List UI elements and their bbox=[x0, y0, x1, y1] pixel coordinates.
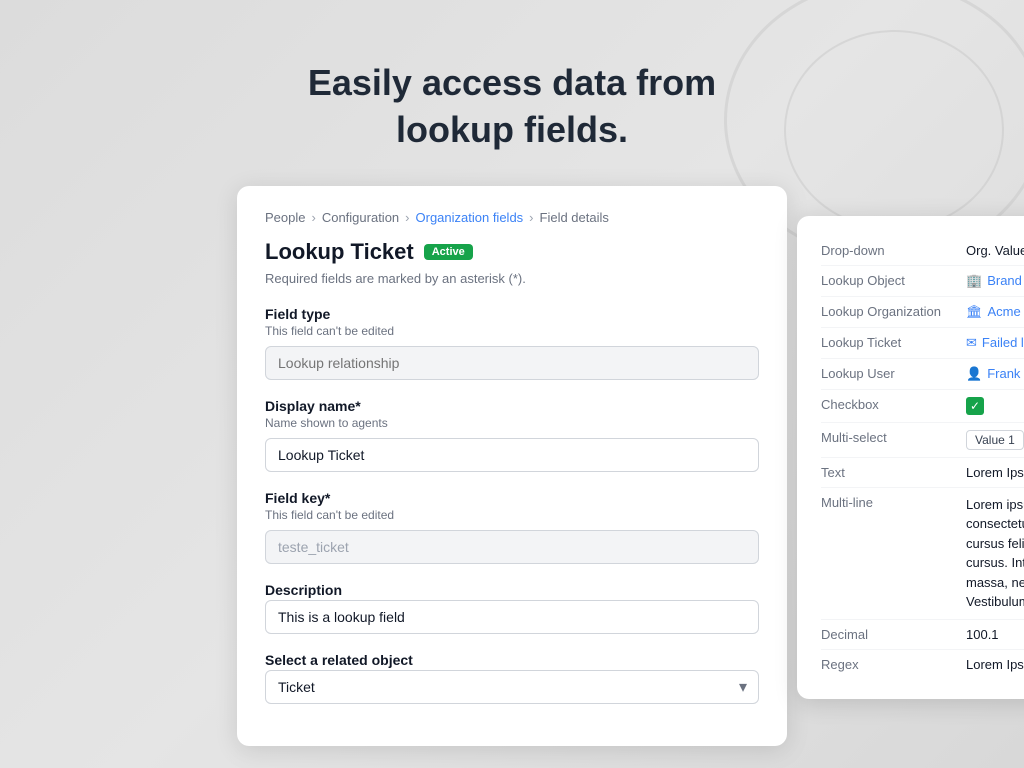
row-label: Drop-down bbox=[821, 236, 966, 266]
row-value: 🏛Acme bbox=[966, 296, 1024, 327]
table-row: Lookup Organization🏛Acme bbox=[821, 296, 1024, 327]
table-row: Decimal100.1 bbox=[821, 619, 1024, 649]
required-note: Required fields are marked by an asteris… bbox=[265, 271, 759, 286]
related-object-section: Select a related object TicketOrganizati… bbox=[265, 652, 759, 704]
row-value: ✉Failed login on website bbox=[966, 327, 1024, 358]
row-link[interactable]: 👤Frank Sinatra bbox=[966, 366, 1024, 382]
display-name-input[interactable] bbox=[265, 438, 759, 472]
breadcrumb-people: People bbox=[265, 210, 305, 225]
breadcrumb-sep-1: › bbox=[311, 210, 315, 225]
ticket-icon: ✉ bbox=[966, 335, 977, 351]
breadcrumb-field-details: Field details bbox=[540, 210, 609, 225]
row-label: Text bbox=[821, 457, 966, 487]
field-key-input bbox=[265, 530, 759, 564]
row-value: ✓ bbox=[966, 389, 1024, 422]
row-link[interactable]: 🏛Acme bbox=[966, 304, 1024, 320]
multiline-value: Lorem ipsum dolor sit amet, consectetur … bbox=[966, 495, 1024, 612]
related-object-select[interactable]: TicketOrganizationUser bbox=[265, 670, 759, 704]
row-value: 🏢Brand A bbox=[966, 265, 1024, 296]
table-row: Checkbox✓ bbox=[821, 389, 1024, 422]
description-input[interactable] bbox=[265, 600, 759, 634]
breadcrumb: People › Configuration › Organization fi… bbox=[265, 210, 759, 225]
row-value: Value 1Value 2 bbox=[966, 422, 1024, 457]
field-type-section: Field type This field can't be edited bbox=[265, 306, 759, 380]
table-row: Lookup Ticket✉Failed login on website bbox=[821, 327, 1024, 358]
building-icon: 🏢 bbox=[966, 273, 982, 289]
org-icon: 🏛 bbox=[966, 304, 983, 320]
row-link[interactable]: 🏢Brand A bbox=[966, 273, 1024, 289]
main-card: People › Configuration › Organization fi… bbox=[237, 186, 787, 746]
row-label: Decimal bbox=[821, 619, 966, 649]
row-label: Checkbox bbox=[821, 389, 966, 422]
description-label: Description bbox=[265, 582, 759, 598]
table-row: Lookup Object🏢Brand A bbox=[821, 265, 1024, 296]
table-row: Lookup User👤Frank Sinatra bbox=[821, 358, 1024, 389]
field-key-sublabel: This field can't be edited bbox=[265, 508, 759, 522]
description-section: Description bbox=[265, 582, 759, 634]
related-object-label: Select a related object bbox=[265, 652, 759, 668]
field-type-input bbox=[265, 346, 759, 380]
tag-item: Value 1 bbox=[966, 430, 1024, 450]
page-content: Easily access data from lookup fields. P… bbox=[0, 0, 1024, 746]
row-value: 100.1 bbox=[966, 619, 1024, 649]
row-value: Lorem Ipsum bbox=[966, 649, 1024, 679]
field-key-section: Field key* This field can't be edited bbox=[265, 490, 759, 564]
row-label: Multi-select bbox=[821, 422, 966, 457]
hero-title: Easily access data from lookup fields. bbox=[308, 60, 716, 154]
row-label: Lookup Ticket bbox=[821, 327, 966, 358]
data-card: Drop-downOrg. Value ALookup Object🏢Brand… bbox=[797, 216, 1024, 699]
row-value: Lorem Ipsum bbox=[966, 457, 1024, 487]
row-label: Regex bbox=[821, 649, 966, 679]
breadcrumb-sep-3: › bbox=[529, 210, 533, 225]
checkbox-icon: ✓ bbox=[966, 397, 984, 415]
table-row: RegexLorem Ipsum bbox=[821, 649, 1024, 679]
data-table: Drop-downOrg. Value ALookup Object🏢Brand… bbox=[821, 236, 1024, 679]
field-key-label: Field key* bbox=[265, 490, 759, 506]
row-value: 👤Frank Sinatra bbox=[966, 358, 1024, 389]
table-row: Multi-selectValue 1Value 2 bbox=[821, 422, 1024, 457]
table-row: TextLorem Ipsum bbox=[821, 457, 1024, 487]
breadcrumb-org-fields[interactable]: Organization fields bbox=[416, 210, 524, 225]
user-icon: 👤 bbox=[966, 366, 982, 382]
field-type-sublabel: This field can't be edited bbox=[265, 324, 759, 338]
table-row: Drop-downOrg. Value A bbox=[821, 236, 1024, 266]
display-name-sublabel: Name shown to agents bbox=[265, 416, 759, 430]
row-label: Lookup User bbox=[821, 358, 966, 389]
row-value: Org. Value A bbox=[966, 236, 1024, 266]
row-value: Lorem ipsum dolor sit amet, consectetur … bbox=[966, 487, 1024, 619]
breadcrumb-sep-2: › bbox=[405, 210, 409, 225]
page-title: Lookup Ticket bbox=[265, 239, 414, 265]
row-label: Multi-line bbox=[821, 487, 966, 619]
field-title-row: Lookup Ticket Active bbox=[265, 239, 759, 265]
breadcrumb-configuration: Configuration bbox=[322, 210, 399, 225]
row-label: Lookup Object bbox=[821, 265, 966, 296]
row-label: Lookup Organization bbox=[821, 296, 966, 327]
display-name-section: Display name* Name shown to agents bbox=[265, 398, 759, 472]
field-type-label: Field type bbox=[265, 306, 759, 322]
related-object-select-wrapper: TicketOrganizationUser ▾ bbox=[265, 670, 759, 704]
status-badge: Active bbox=[424, 244, 473, 260]
row-link[interactable]: ✉Failed login on website bbox=[966, 335, 1024, 351]
display-name-label: Display name* bbox=[265, 398, 759, 414]
table-row: Multi-lineLorem ipsum dolor sit amet, co… bbox=[821, 487, 1024, 619]
